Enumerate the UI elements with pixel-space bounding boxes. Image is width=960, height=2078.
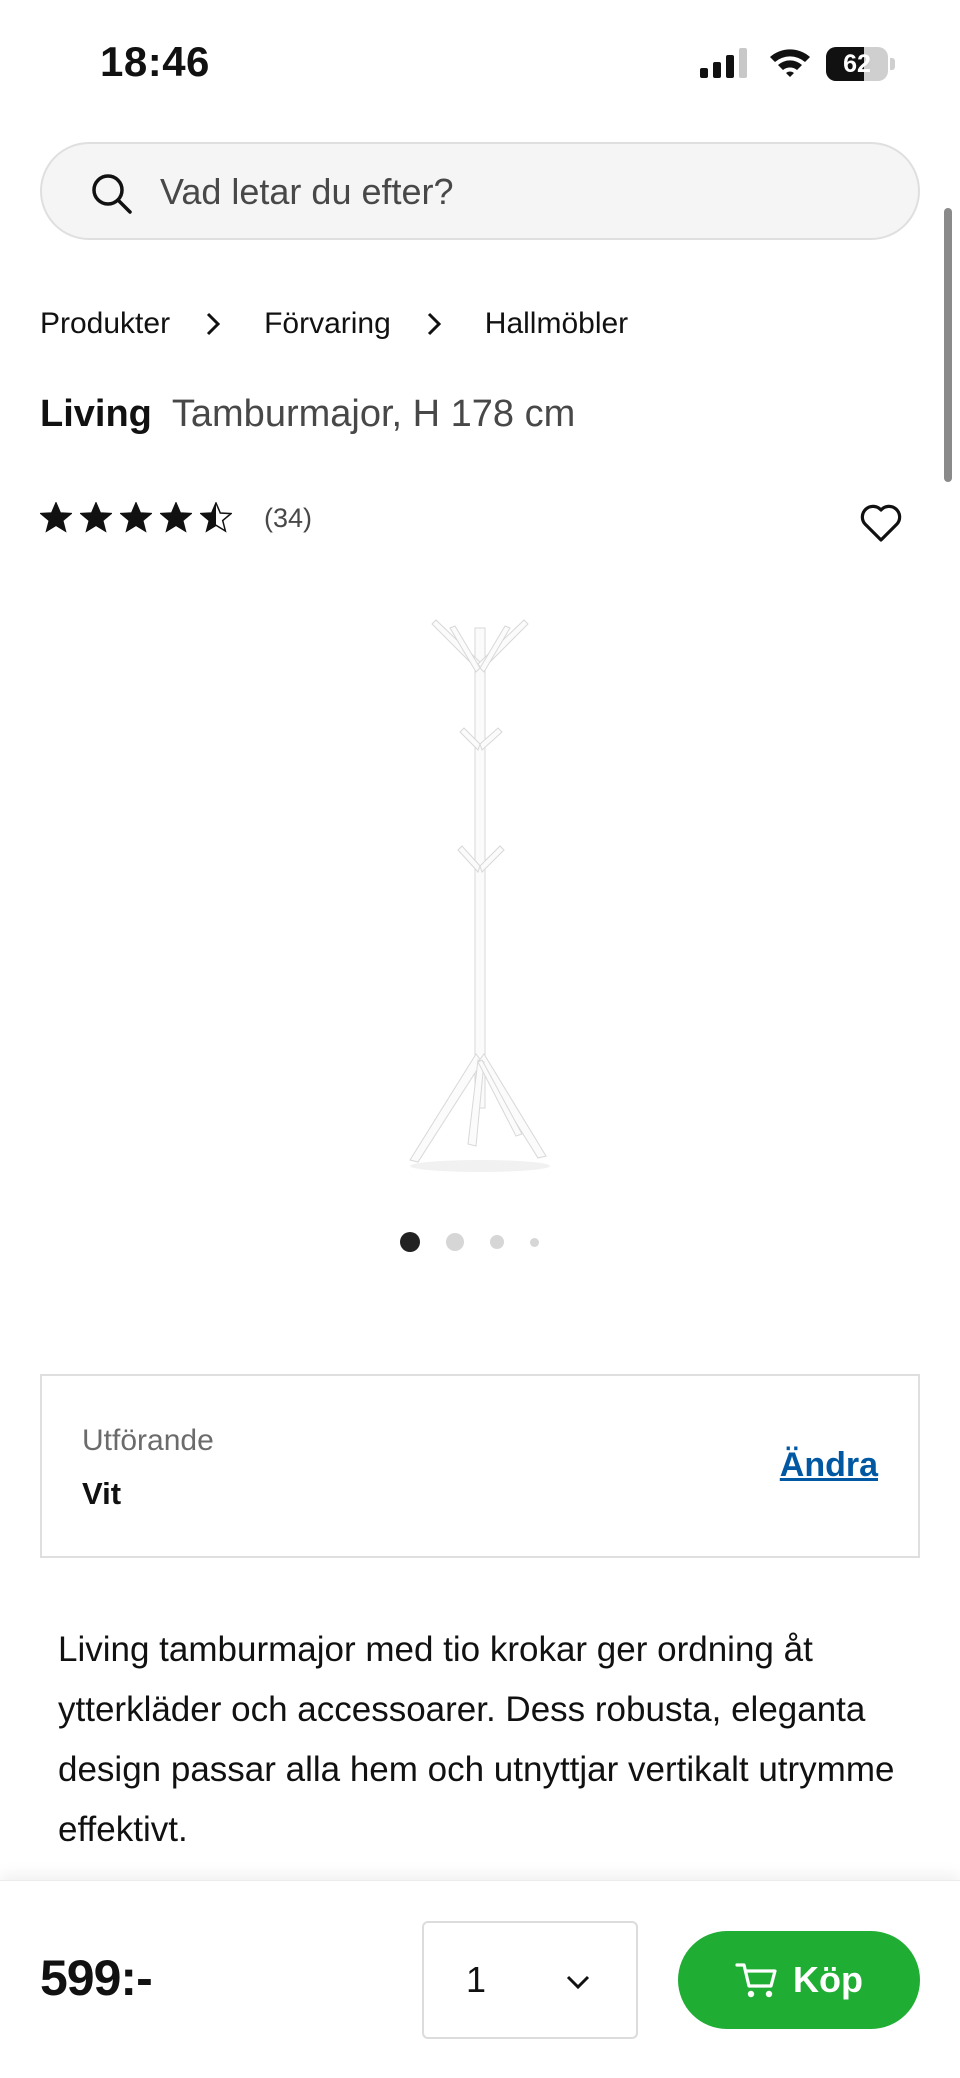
buy-button[interactable]: Köp	[678, 1931, 920, 2029]
battery-icon: 62	[826, 47, 896, 81]
chevron-down-icon	[566, 1975, 590, 1990]
review-count: (34)	[264, 502, 313, 533]
battery-level: 62	[843, 50, 871, 78]
star-icon	[200, 502, 232, 533]
status-bar: 18:46 62	[0, 0, 960, 120]
star-icon	[80, 502, 112, 533]
search-bar[interactable]	[40, 142, 920, 240]
carousel-dot[interactable]	[400, 1232, 420, 1252]
status-time: 18:46	[100, 38, 210, 85]
star-icon	[120, 502, 152, 533]
favorite-button[interactable]	[858, 500, 904, 546]
chevron-right-icon	[207, 312, 221, 336]
variant-label: Utförande	[82, 1424, 214, 1457]
search-input[interactable]	[160, 162, 880, 222]
product-brand: Living	[40, 392, 152, 435]
product-title: Living Tamburmajor, H 178 cm	[40, 388, 575, 440]
purchase-bar: 599:- 1 Köp	[0, 1880, 960, 2078]
product-description: Tamburmajor, H 178 cm	[171, 392, 576, 435]
breadcrumb-link-produkter[interactable]: Produkter	[40, 307, 170, 341]
star-icon	[160, 502, 192, 533]
variant-value: Vit	[82, 1476, 122, 1511]
carousel-dot[interactable]	[446, 1233, 464, 1251]
variant-selector: Utförande Vit Ändra	[40, 1374, 920, 1558]
breadcrumb-link-hallmobler[interactable]: Hallmöbler	[485, 307, 628, 341]
rating-stars	[40, 502, 240, 534]
quantity-select[interactable]: 1	[422, 1921, 638, 2039]
product-summary: Living tamburmajor med tio krokar ger or…	[58, 1630, 895, 1849]
carousel-dot[interactable]	[490, 1235, 504, 1249]
quantity-value: 1	[466, 1959, 487, 2000]
wifi-icon	[770, 49, 810, 77]
product-price: 599:-	[40, 1950, 153, 2006]
heart-icon	[860, 504, 902, 542]
breadcrumb-link-forvaring[interactable]: Förvaring	[264, 307, 391, 341]
product-rating[interactable]: (34)	[40, 502, 312, 534]
cart-icon	[735, 1963, 777, 1998]
star-icon	[40, 502, 72, 533]
breadcrumb: Produkter Förvaring Hallmöbler	[40, 302, 628, 346]
scrollbar[interactable]	[944, 208, 952, 482]
search-icon	[92, 174, 132, 214]
chevron-right-icon	[427, 312, 441, 336]
image-carousel-indicator[interactable]	[400, 1228, 565, 1256]
carousel-dot[interactable]	[530, 1237, 539, 1247]
change-variant-link[interactable]: Ändra	[780, 1446, 878, 1485]
buy-label: Köp	[793, 1959, 863, 2000]
product-image[interactable]	[370, 600, 590, 1180]
cellular-signal-icon	[700, 46, 747, 78]
